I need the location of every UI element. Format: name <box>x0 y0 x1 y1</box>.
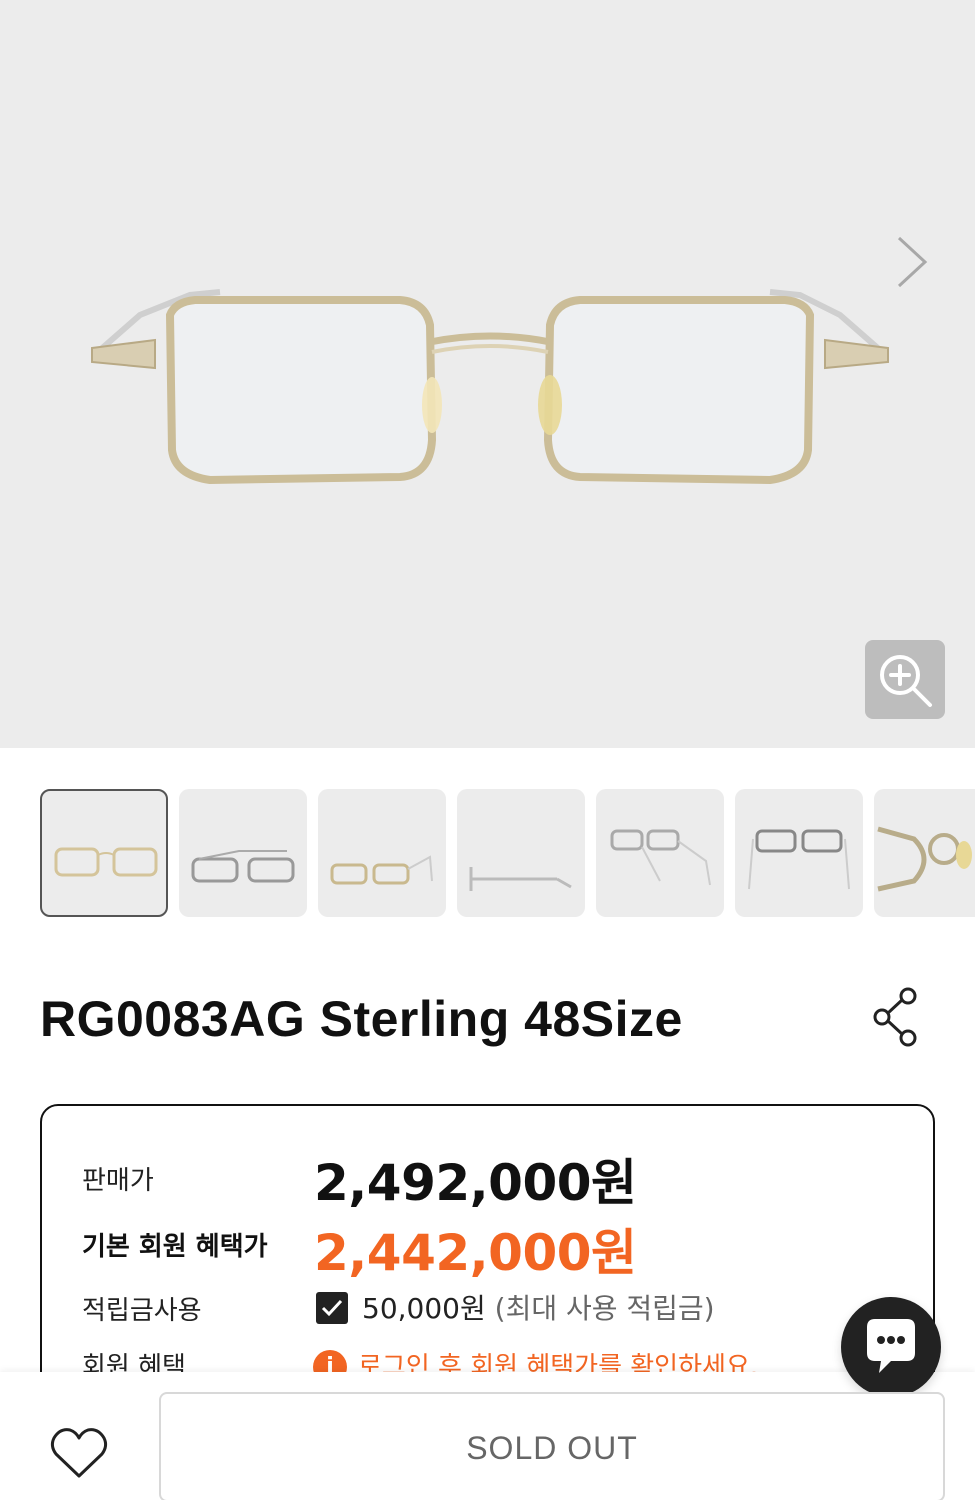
sale-price: 2,492,000원 <box>314 1154 637 1212</box>
points-text: 50,000원 (최대 사용 적립금) <box>362 1287 715 1327</box>
thumbnail-6[interactable] <box>735 789 863 917</box>
points-label: 적립금사용 <box>82 1296 202 1326</box>
thumbnail-1[interactable] <box>40 789 168 917</box>
heart-icon[interactable] <box>48 1424 110 1482</box>
sold-out-button[interactable]: SOLD OUT <box>159 1392 945 1500</box>
chat-icon <box>867 1319 915 1373</box>
points-value: 50,000원 <box>362 1292 486 1325</box>
thumbnail-5[interactable] <box>596 789 724 917</box>
zoom-in-icon <box>880 655 932 707</box>
product-main-image <box>91 289 889 485</box>
product-title: RG0083AG Sterling 48Size <box>40 991 683 1047</box>
sale-price-label: 판매가 <box>82 1166 154 1196</box>
thumbnail-2[interactable] <box>179 789 307 917</box>
checkmark-icon <box>321 1299 343 1317</box>
thumbnail-3[interactable] <box>318 789 446 917</box>
member-price-label: 기본 회원 혜택가 <box>82 1232 268 1262</box>
points-checkbox[interactable] <box>316 1292 348 1324</box>
chat-button[interactable] <box>841 1297 941 1397</box>
member-price: 2,442,000원 <box>314 1224 637 1282</box>
thumbnail-strip[interactable] <box>40 789 975 917</box>
zoom-button[interactable] <box>865 640 945 719</box>
points-note: (최대 사용 적립금) <box>494 1292 715 1325</box>
thumbnail-4[interactable] <box>457 789 585 917</box>
product-image-viewer[interactable] <box>0 0 975 748</box>
share-icon[interactable] <box>872 986 920 1048</box>
chevron-right-icon[interactable] <box>893 232 933 292</box>
thumbnail-7[interactable] <box>874 789 975 917</box>
